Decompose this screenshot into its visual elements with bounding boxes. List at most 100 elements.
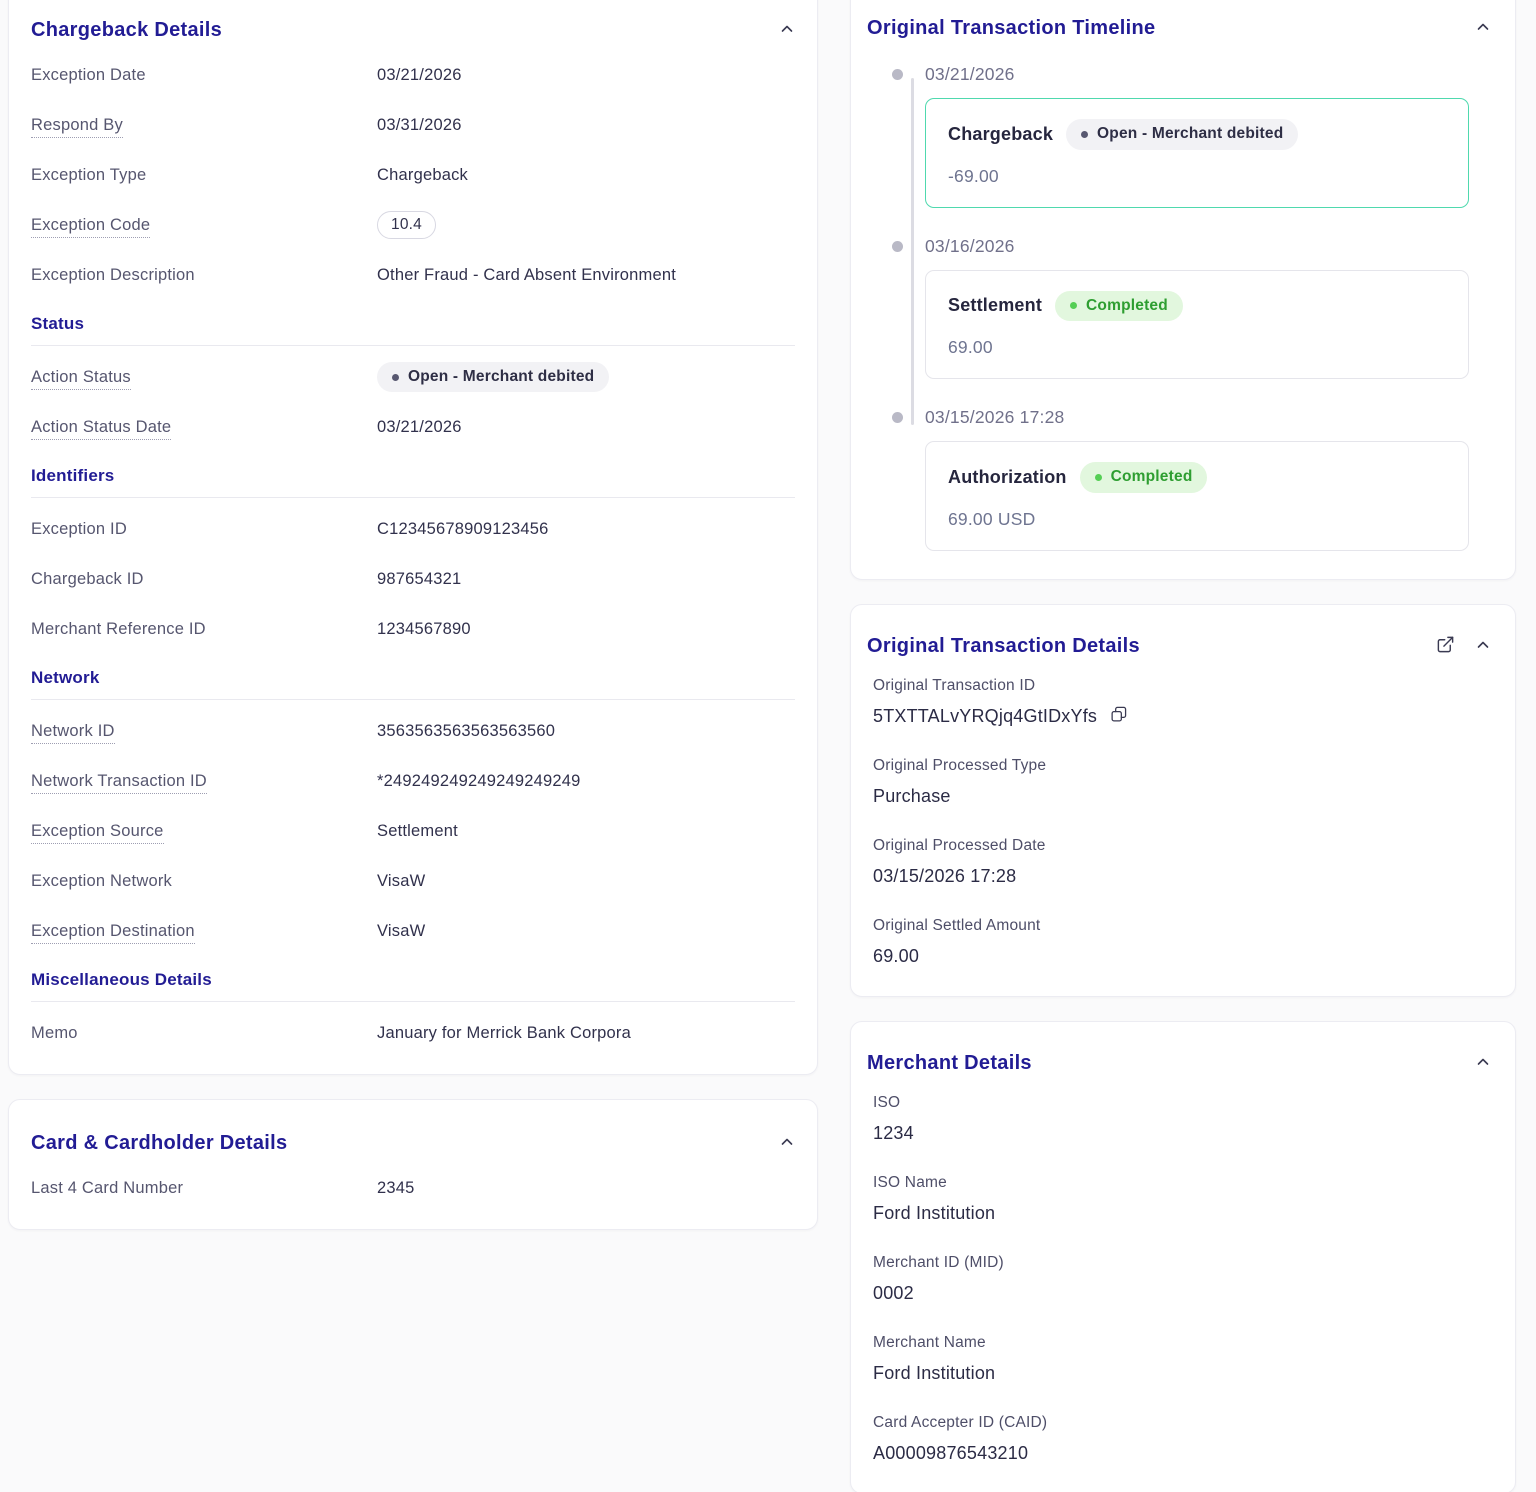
field-label: Exception Type [31,165,147,184]
field-row-exception-date: Exception Date 03/21/2026 [31,50,795,100]
chevron-up-icon [1475,637,1491,656]
field-iso: ISO 1234 [873,1093,1491,1145]
field-row-exception-network: Exception Network VisaW [31,856,795,906]
field-row-action-status: Action Status Open - Merchant debited [31,352,795,402]
field-original-settled-amount: Original Settled Amount 69.00 [873,916,1491,968]
field-label: Exception Network [31,871,172,890]
field-label: Original Transaction ID [873,676,1036,694]
timeline-dot-icon [892,412,903,424]
field-row-chargeback-id: Chargeback ID 987654321 [31,554,795,604]
collapse-button[interactable] [779,21,795,40]
field-row-exception-type: Exception Type Chargeback [31,150,795,200]
timeline-date: 03/15/2026 17:28 [925,407,1065,428]
field-label: Merchant Reference ID [31,619,206,638]
collapse-button[interactable] [1475,1054,1491,1073]
field-row-last4: Last 4 Card Number 2345 [31,1163,795,1213]
timeline-event-card[interactable]: Chargeback Open - Merchant debited -69.0… [925,98,1469,208]
card-cardholder-header: Card & Cardholder Details [9,1100,817,1155]
status-badge: Open - Merchant debited [1066,119,1299,150]
exception-code-pill: 10.4 [377,211,436,239]
field-row-exception-code: Exception Code 10.4 [31,200,795,250]
field-value: 1234567890 [377,619,471,638]
field-label-tooltip[interactable]: Exception Destination [31,921,195,944]
collapse-button[interactable] [1475,637,1491,656]
field-label-tooltip[interactable]: Respond By [31,115,123,138]
timeline-event-card[interactable]: Settlement Completed 69.00 [925,269,1469,380]
panel-title: Merchant Details [867,1051,1032,1074]
field-label: Original Processed Date [873,836,1046,854]
field-row-network-transaction-id: Network Transaction ID *2492492492492492… [31,756,795,806]
field-row-merchant-reference-id: Merchant Reference ID 1234567890 [31,604,795,654]
right-column: Original Transaction Timeline 03/21/2026 [850,0,1516,1492]
section-header-status: Status [31,300,795,346]
field-value: 03/21/2026 [377,65,462,84]
timeline-event-chargeback: 03/21/2026 Chargeback Open - Merchant de… [892,62,1499,208]
copy-icon [1110,706,1127,726]
field-label: Merchant ID (MID) [873,1253,1004,1271]
status-badge: Completed [1079,462,1208,493]
field-original-processed-date: Original Processed Date 03/15/2026 17:28 [873,836,1491,888]
section-header-network: Network [31,654,795,700]
section-header-identifiers: Identifiers [31,452,795,498]
field-label-tooltip[interactable]: Action Status Date [31,417,172,440]
original-transaction-details-panel: Original Transaction Details Original Tr… [850,603,1516,997]
field-row-action-status-date: Action Status Date 03/21/2026 [31,402,795,452]
merchant-details-body: ISO 1234 ISO Name Ford Institution Merch… [851,1075,1515,1492]
timeline-body: 03/21/2026 Chargeback Open - Merchant de… [851,40,1515,579]
field-label-tooltip[interactable]: Action Status [31,367,131,390]
field-label: Exception ID [31,519,127,538]
field-value: January for Merrick Bank Corpora [377,1023,631,1042]
chargeback-details-panel: Chargeback Details Exception Date 03/21/… [8,0,818,1075]
chargeback-details-header: Chargeback Details [9,0,817,42]
field-merchant-id: Merchant ID (MID) 0002 [873,1253,1491,1305]
timeline-header: Original Transaction Timeline [851,0,1515,40]
field-label-tooltip[interactable]: Exception Code [31,215,151,238]
field-value: C12345678909123456 [377,519,549,538]
timeline-event-card[interactable]: Authorization Completed 69.00 USD [925,441,1469,551]
field-row-respond-by: Respond By 03/31/2026 [31,100,795,150]
chevron-up-icon [1475,1054,1491,1073]
field-iso-name: ISO Name Ford Institution [873,1173,1491,1225]
field-label-tooltip[interactable]: Network ID [31,721,115,744]
field-value: 03/15/2026 17:28 [873,865,1017,886]
field-label: Original Settled Amount [873,916,1041,934]
collapse-button[interactable] [779,1134,795,1153]
panel-title: Card & Cardholder Details [31,1132,288,1154]
field-value: A00009876543210 [873,1442,1029,1463]
field-value: Chargeback [377,165,468,184]
status-dot-icon [392,373,399,381]
timeline: 03/21/2026 Chargeback Open - Merchant de… [867,62,1499,551]
field-row-exception-description: Exception Description Other Fraud - Card… [31,250,795,300]
field-label-tooltip[interactable]: Network Transaction ID [31,771,207,794]
event-name: Chargeback [948,123,1054,144]
field-value: Settlement [377,821,458,840]
copy-button[interactable] [1110,706,1127,726]
field-value: 5TXTTALvYRQjq4GtIDxYfs [873,705,1098,726]
left-column: Chargeback Details Exception Date 03/21/… [8,0,818,1492]
chargeback-details-body: Exception Date 03/21/2026 Respond By 03/… [9,42,817,1074]
field-label: ISO [873,1093,901,1111]
field-label: ISO Name [873,1173,947,1191]
chevron-up-icon [1475,19,1491,38]
field-value: 1234 [873,1122,914,1143]
field-value: 03/21/2026 [377,417,462,436]
page: Chargeback Details Exception Date 03/21/… [0,0,1536,1492]
field-value: 03/31/2026 [377,115,462,134]
field-original-processed-type: Original Processed Type Purchase [873,756,1491,808]
field-label: Merchant Name [873,1333,986,1351]
open-transaction-button[interactable] [1436,635,1455,657]
collapse-button[interactable] [1475,19,1491,38]
timeline-date: 03/16/2026 [925,235,1015,256]
field-card-accepter-id: Card Accepter ID (CAID) A00009876543210 [873,1413,1491,1465]
status-dot-icon [1070,302,1078,310]
field-value: 3563563563563563560 [377,721,556,740]
timeline-event-settlement: 03/16/2026 Settlement Completed 69.00 [892,234,1499,380]
event-amount: -69.00 [948,165,999,186]
field-row-exception-destination: Exception Destination VisaW [31,906,795,956]
panel-title: Original Transaction Details [867,634,1140,657]
section-header-miscellaneous: Miscellaneous Details [31,956,795,1002]
field-label-tooltip[interactable]: Exception Source [31,821,164,844]
field-row-exception-id: Exception ID C12345678909123456 [31,504,795,554]
card-cardholder-panel: Card & Cardholder Details Last 4 Card Nu… [8,1099,818,1230]
field-value: *249249249249249249249 [377,771,581,790]
